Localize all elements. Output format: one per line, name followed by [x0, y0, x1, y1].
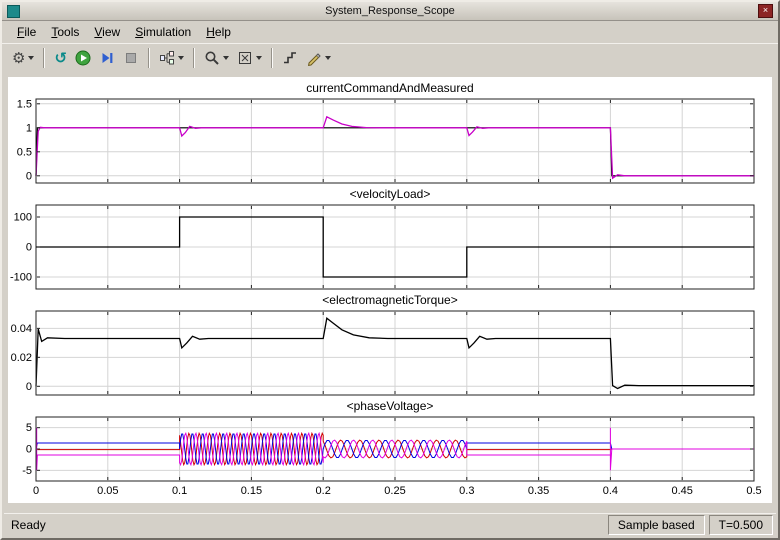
menu-view[interactable]: View: [87, 22, 128, 42]
zoom-button[interactable]: [200, 46, 233, 70]
signal-selector-button[interactable]: [155, 46, 188, 70]
svg-text:0.1: 0.1: [172, 485, 187, 497]
svg-text:0: 0: [26, 444, 32, 456]
menubar: File Tools View Simulation Help: [2, 21, 778, 43]
plot-panel: currentCommandAndMeasured 0 0.5 1 1.5 <velo…: [8, 77, 772, 503]
svg-text:0: 0: [33, 485, 39, 497]
app-icon: [7, 4, 20, 18]
step-forward-button[interactable]: [95, 46, 119, 70]
step-back-button[interactable]: ↺: [50, 46, 71, 70]
svg-text:0: 0: [26, 170, 32, 182]
svg-text:100: 100: [14, 212, 32, 224]
run-icon: [75, 50, 91, 66]
plot-velocity-load[interactable]: -100 0 100: [8, 202, 772, 292]
step-forward-icon: [102, 53, 113, 63]
toolbar-separator: [271, 48, 274, 68]
plot-title-current: currentCommandAndMeasured: [306, 81, 474, 95]
svg-text:0.4: 0.4: [603, 485, 618, 497]
svg-text:-5: -5: [22, 465, 32, 477]
statusbar: Ready Sample based T=0.500: [4, 513, 776, 536]
chevron-down-icon: [325, 56, 332, 60]
chevron-down-icon: [223, 56, 230, 60]
stop-button[interactable]: [119, 46, 143, 70]
status-text: Ready: [11, 518, 46, 532]
status-sample-mode: Sample based: [607, 515, 705, 535]
svg-text:5: 5: [26, 422, 32, 434]
stairs-signal-icon: [284, 52, 297, 64]
fit-view-icon: [239, 52, 252, 64]
measurements-button[interactable]: [302, 46, 335, 70]
menu-file[interactable]: File: [10, 22, 44, 42]
toolbar: ⚙ ↺: [2, 43, 778, 72]
svg-text:0: 0: [26, 381, 32, 393]
svg-text:0.35: 0.35: [528, 485, 549, 497]
chevron-down-icon: [28, 56, 35, 60]
toolbar-separator: [148, 48, 151, 68]
toolbar-separator: [43, 48, 46, 68]
svg-text:0.5: 0.5: [17, 146, 32, 158]
fit-view-button[interactable]: [233, 46, 266, 70]
plot-title-torque: <electromagneticTorque>: [322, 293, 458, 307]
settings-button[interactable]: ⚙: [8, 46, 38, 70]
svg-text:0.04: 0.04: [11, 323, 32, 335]
chevron-down-icon: [178, 56, 185, 60]
menu-tools[interactable]: Tools: [44, 22, 87, 42]
step-back-icon: ↺: [54, 49, 68, 67]
scope-window: System_Response_Scope × File Tools View …: [0, 0, 780, 540]
zoom-icon: [205, 51, 219, 65]
window-title: System_Response_Scope: [325, 5, 455, 17]
close-button[interactable]: ×: [758, 4, 773, 18]
plot-electromagnetic-torque[interactable]: 0 0.02 0.04: [8, 308, 772, 398]
menu-simulation[interactable]: Simulation: [128, 22, 199, 42]
stop-icon: [126, 53, 137, 63]
triggers-button[interactable]: [278, 46, 302, 70]
plot-current-command-and-measured[interactable]: 0 0.5 1 1.5: [8, 96, 772, 186]
plot-title-velocity: <velocityLoad>: [349, 187, 431, 201]
titlebar[interactable]: System_Response_Scope ×: [2, 2, 778, 21]
svg-text:-100: -100: [10, 272, 32, 284]
svg-text:0.5: 0.5: [746, 485, 761, 497]
pen-icon: [308, 53, 321, 66]
plot-title-phase-voltage: <phaseVoltage>: [346, 399, 434, 413]
svg-text:0.45: 0.45: [671, 485, 692, 497]
chevron-down-icon: [256, 56, 263, 60]
menu-help[interactable]: Help: [199, 22, 239, 42]
run-button[interactable]: [71, 46, 95, 70]
svg-text:0.05: 0.05: [97, 485, 118, 497]
gear-icon: ⚙: [12, 49, 26, 67]
toolbar-separator: [193, 48, 196, 68]
svg-text:1: 1: [26, 122, 32, 134]
svg-text:0: 0: [26, 242, 32, 254]
signal-selector-icon: [160, 51, 175, 65]
svg-text:0.3: 0.3: [459, 485, 474, 497]
status-time: T=0.500: [708, 515, 773, 535]
svg-text:0.2: 0.2: [316, 485, 331, 497]
plot-phase-voltage[interactable]: -5050 0.05 0.1 0.15 0.2 0.25 0.3 0.35 0.4 0.45 0.5: [8, 414, 772, 500]
svg-text:0.02: 0.02: [11, 352, 32, 364]
svg-text:0.15: 0.15: [241, 485, 262, 497]
svg-text:1.5: 1.5: [17, 98, 32, 110]
svg-text:0.25: 0.25: [384, 485, 405, 497]
